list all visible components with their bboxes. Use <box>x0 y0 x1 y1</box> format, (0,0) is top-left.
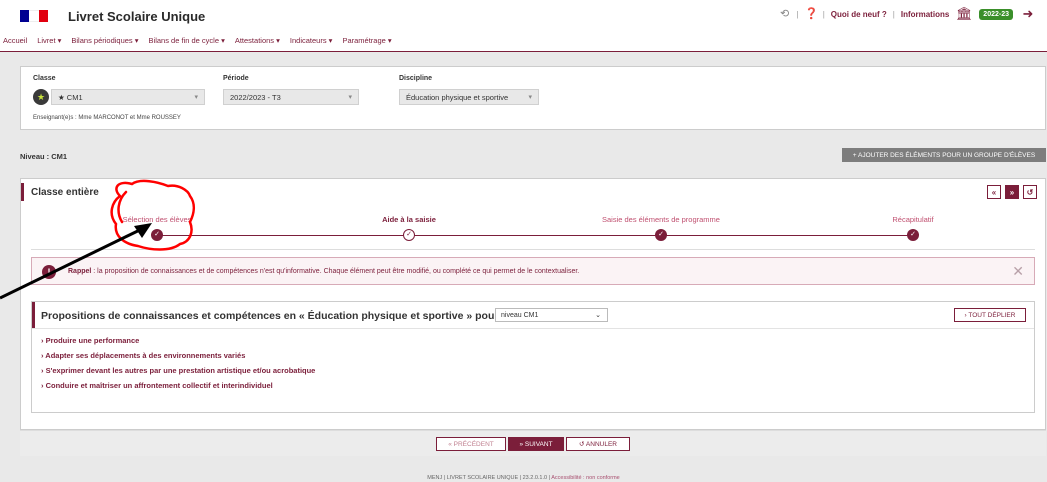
check-icon: ✓ <box>403 229 415 241</box>
top-bar: Livret Scolaire Unique ⟲ | ❓ | Quoi de n… <box>0 0 1047 30</box>
quoi-de-neuf-link[interactable]: Quoi de neuf ? <box>831 10 887 19</box>
list-item[interactable]: › Conduire et maîtriser un affrontement … <box>41 381 315 396</box>
periode-value: 2022/2023 - T3 <box>230 92 281 102</box>
step-label: Aide à la saisie <box>382 215 436 224</box>
menu-parametrage[interactable]: Paramétrage ▾ <box>342 36 391 45</box>
menu-indicateurs[interactable]: Indicateurs ▾ <box>290 36 333 45</box>
periode-select[interactable]: 2022/2023 - T3 ▾ <box>223 89 359 105</box>
legal-text: MENJ | LIVRET SCOLAIRE UNIQUE | 23.2.0.1… <box>427 475 552 481</box>
main-card: Classe entière « » ↺ Sélection des élève… <box>20 178 1046 430</box>
list-item[interactable]: › Produire une performance <box>41 336 315 351</box>
teachers-text: Enseignant(e)s : Mme MARCONOT et Mme ROU… <box>33 115 181 121</box>
step-selection-eleves[interactable]: Sélection des élèves ✓ <box>87 215 227 241</box>
menu-accueil[interactable]: Accueil <box>3 36 27 45</box>
classe-select[interactable]: ★ CM1 ▾ <box>51 89 205 105</box>
step-saisie-elements[interactable]: Saisie des éléments de programme ✓ <box>591 215 731 241</box>
chevron-down-icon: ▾ <box>528 94 532 101</box>
add-group-button[interactable]: + AJOUTER DES ÉLÉMENTS POUR UN GROUPE D'… <box>842 148 1046 162</box>
list-item[interactable]: › S'exprimer devant les autres par une p… <box>41 366 315 381</box>
suivant-button[interactable]: » SUIVANT <box>508 437 564 451</box>
top-right-actions: ⟲ | ❓ | Quoi de neuf ? | Informations 🏛 … <box>779 7 1037 20</box>
footer-nav: « PRÉCÉDENT » SUIVANT ↺ ANNULER <box>20 430 1046 456</box>
accent-bar <box>21 183 24 201</box>
legal-footer: MENJ | LIVRET SCOLAIRE UNIQUE | 23.2.0.1… <box>0 475 1047 481</box>
divider <box>32 328 1034 329</box>
classe-label: Classe <box>33 75 56 82</box>
menu-bilans-fin-cycle[interactable]: Bilans de fin de cycle ▾ <box>149 36 225 45</box>
previous-step-button[interactable]: « <box>987 185 1001 199</box>
check-icon: ✓ <box>151 229 163 241</box>
republique-flag-logo <box>20 10 48 22</box>
annuler-button[interactable]: ↺ ANNULER <box>566 437 630 451</box>
menu-livret[interactable]: Livret ▾ <box>37 36 61 45</box>
step-label: Récapitulatif <box>892 215 934 224</box>
app-title: Livret Scolaire Unique <box>68 9 206 24</box>
check-icon: ✓ <box>655 229 667 241</box>
tout-deplier-button[interactable]: › TOUT DÉPLIER <box>954 308 1026 322</box>
propositions-list: › Produire une performance › Adapter ses… <box>41 336 315 396</box>
accessibility-link[interactable]: Accessibilité : non conforme <box>551 475 619 481</box>
accent-bar <box>32 302 35 328</box>
propositions-panel: Propositions de connaissances et compéte… <box>31 301 1035 413</box>
year-badge[interactable]: 2022-23 <box>979 8 1013 20</box>
chevron-down-icon: ▾ <box>348 94 352 101</box>
discipline-label: Discipline <box>399 75 433 82</box>
star-icon: ★ <box>33 89 49 105</box>
step-aide-saisie[interactable]: Aide à la saisie ✓ <box>339 215 479 241</box>
rappel-text: Rappel : la proposition de connaissances… <box>68 268 579 275</box>
close-icon[interactable]: ✕ <box>1012 263 1024 280</box>
refresh-icon[interactable]: ⟲ <box>779 8 791 20</box>
step-label: Sélection des élèves <box>122 215 192 224</box>
list-item[interactable]: › Adapter ses déplacements à des environ… <box>41 351 315 366</box>
institution-icon[interactable]: 🏛 <box>955 7 973 20</box>
classe-value: ★ CM1 <box>58 92 83 102</box>
niveau-select-value: niveau CM1 <box>501 311 539 319</box>
main-menu: Accueil Livret ▾ Bilans périodiques ▾ Bi… <box>0 30 1047 52</box>
chevron-down-icon: ⌄ <box>595 312 601 319</box>
help-icon[interactable]: ❓ <box>805 8 819 20</box>
stepper-line <box>157 235 915 236</box>
propositions-title: Propositions de connaissances et compéte… <box>41 310 511 322</box>
page-title: Classe entière <box>31 187 99 198</box>
informations-link[interactable]: Informations <box>901 10 949 19</box>
rappel-bold: Rappel <box>68 268 92 275</box>
menu-attestations[interactable]: Attestations ▾ <box>235 36 280 45</box>
rappel-alert: ! Rappel : la proposition de connaissanc… <box>31 257 1035 285</box>
filter-card: Classe ★ ★ CM1 ▾ Période 2022/2023 - T3 … <box>20 66 1046 130</box>
niveau-label: Niveau : CM1 <box>20 152 68 161</box>
info-icon: ! <box>42 265 56 279</box>
niveau-select[interactable]: niveau CM1 ⌄ <box>495 308 608 322</box>
logout-icon[interactable]: ➜ <box>1019 7 1037 20</box>
chevron-down-icon: ▾ <box>194 94 198 101</box>
step-recapitulatif[interactable]: Récapitulatif ✓ <box>843 215 983 241</box>
next-step-button[interactable]: » <box>1005 185 1019 199</box>
periode-label: Période <box>223 75 249 82</box>
discipline-value: Éducation physique et sportive <box>406 92 509 102</box>
discipline-select[interactable]: Éducation physique et sportive ▾ <box>399 89 539 105</box>
rappel-body: : la proposition de connaissances et de … <box>91 268 580 275</box>
step-label: Saisie des éléments de programme <box>602 215 720 224</box>
card-actions: « » ↺ <box>987 185 1037 199</box>
divider <box>31 249 1035 250</box>
precedent-button[interactable]: « PRÉCÉDENT <box>436 437 506 451</box>
check-icon: ✓ <box>907 229 919 241</box>
menu-bilans-periodiques[interactable]: Bilans périodiques ▾ <box>71 36 138 45</box>
reset-button[interactable]: ↺ <box>1023 185 1037 199</box>
